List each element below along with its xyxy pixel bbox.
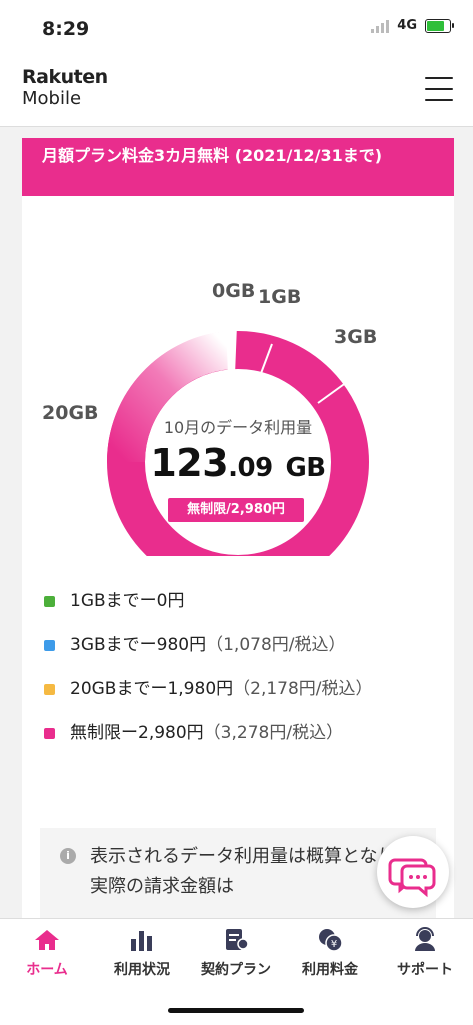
network-type: 4G (397, 18, 417, 33)
data-usage-card: 月額プラン料金3カ月無料 (2021/12/31まで) 0GB 1GB 3GB … (22, 138, 454, 928)
usage-value: 123.09 GB (22, 441, 454, 485)
chat-bubble-icon (377, 836, 449, 908)
legend-color-swatch (44, 728, 55, 739)
nav-plan[interactable]: 契約プラン (189, 927, 283, 979)
status-indicators: 4G (371, 18, 451, 33)
nav-usage-label: 利用状況 (95, 959, 189, 979)
tick-3gb: 3GB (334, 326, 377, 348)
nav-support-label: サポート (378, 959, 472, 979)
chat-support-button[interactable] (377, 836, 449, 908)
legend-tax-note: （2,178円/税込） (233, 679, 372, 699)
info-icon: i (60, 848, 76, 864)
tick-0gb: 0GB (212, 280, 255, 302)
legend-item: 20GBまでー1,980円（2,178円/税込） (22, 674, 454, 704)
contract-icon (222, 927, 250, 953)
nav-support[interactable]: サポート (378, 927, 472, 979)
plan-badge: 無制限/2,980円 (168, 498, 304, 522)
usage-title: 10月のデータ利用量 (22, 414, 454, 438)
promo-banner[interactable]: 月額プラン料金3カ月無料 (2021/12/31まで) (22, 138, 454, 196)
usage-unit: GB (285, 453, 325, 483)
price-legend: 1GBまでー0円 3GBまでー980円（1,078円/税込） 20GBまでー1,… (22, 586, 454, 762)
signal-icon (371, 19, 389, 33)
legend-tax-note: （1,078円/税込） (206, 635, 345, 655)
usage-value-int: 123 (150, 441, 228, 485)
home-indicator (168, 1008, 304, 1013)
nav-home[interactable]: ホーム (0, 927, 94, 979)
rakuten-mobile-logo[interactable]: Rakuten Mobile (22, 68, 108, 108)
nav-fee-label: 利用料金 (283, 959, 377, 979)
status-time: 8:29 (42, 18, 89, 40)
bar-chart-icon (128, 927, 156, 953)
legend-item: 1GBまでー0円 (22, 586, 454, 616)
home-icon (33, 927, 61, 953)
logo-line1: Rakuten (22, 68, 108, 87)
legend-text: 3GBまでー980円 (70, 635, 206, 655)
nav-usage[interactable]: 利用状況 (95, 927, 189, 979)
note-text: 表示されるデータ利用量は概算となり、実際の請求金額は (90, 846, 413, 897)
legend-color-swatch (44, 596, 55, 607)
battery-icon (425, 19, 451, 33)
legend-item: 無制限ー2,980円（3,278円/税込） (22, 718, 454, 748)
app-header: Rakuten Mobile (0, 60, 473, 127)
legend-text: 20GBまでー1,980円 (70, 679, 233, 699)
legend-color-swatch (44, 684, 55, 695)
usage-donut-chart: 0GB 1GB 3GB 20GB 10月のデータ利用量 123.09 GB 無制… (22, 196, 454, 556)
logo-line2: Mobile (22, 90, 108, 108)
legend-item: 3GBまでー980円（1,078円/税込） (22, 630, 454, 660)
usage-value-dec: .09 (228, 453, 273, 483)
status-bar: 8:29 4G (0, 0, 473, 60)
legend-text: 無制限ー2,980円 (70, 723, 204, 743)
nav-fee[interactable]: ¥ 利用料金 (283, 927, 377, 979)
legend-text: 1GBまでー0円 (70, 591, 184, 611)
legend-color-swatch (44, 640, 55, 651)
nav-home-label: ホーム (0, 959, 94, 979)
hamburger-menu-icon[interactable] (425, 77, 453, 101)
yen-coin-icon: ¥ (316, 927, 344, 953)
nav-plan-label: 契約プラン (189, 959, 283, 979)
legend-tax-note: （3,278円/税込） (204, 723, 343, 743)
svg-text:¥: ¥ (331, 939, 337, 950)
support-headset-icon (411, 927, 439, 953)
tick-1gb: 1GB (258, 286, 301, 308)
